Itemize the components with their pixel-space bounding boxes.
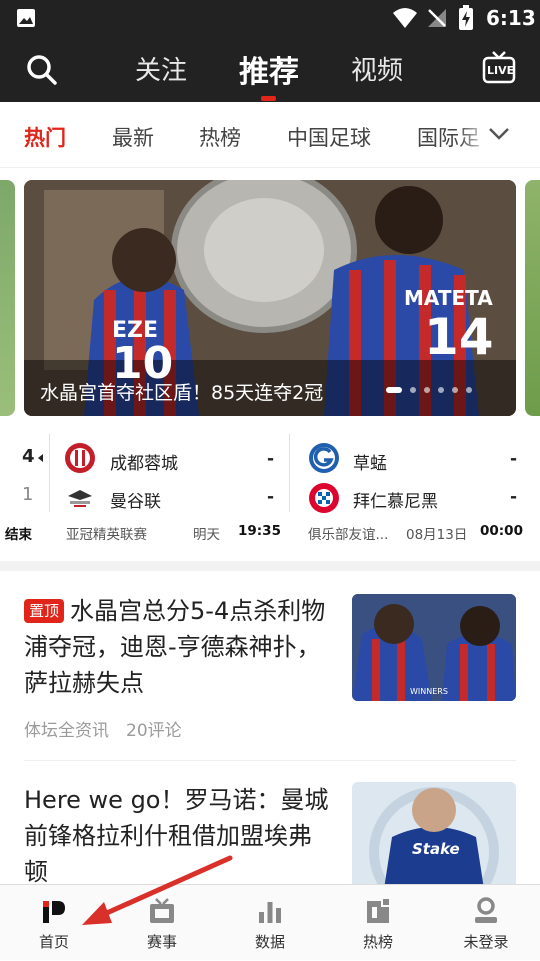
match-time: 19:35 xyxy=(238,523,281,539)
indicator-active xyxy=(386,387,402,393)
match-scores-strip[interactable]: 4 1 结束 成都蓉城 - 曼谷联 - 亚冠精英联赛 明天 19:35 草蜢 -… xyxy=(0,432,540,552)
match-date: 明天 xyxy=(193,527,220,543)
partial-score-bottom: 1 xyxy=(22,484,34,505)
nav-label: 未登录 xyxy=(463,933,509,951)
current-slide[interactable]: EZE 10 MATETA 14 水晶宫首夺社区盾！85天连夺2冠 xyxy=(24,180,516,416)
nav-hot-list[interactable]: 热榜 xyxy=(324,885,432,961)
news-item[interactable]: 置顶 水晶宫总分5-4点杀利物浦夺冠，迪恩-亨德森神扑，萨拉赫失点 体坛全资讯 2… xyxy=(0,571,540,761)
news-thumbnail: WINNERS xyxy=(352,594,516,701)
news-comments: 20评论 xyxy=(126,721,182,741)
live-label: LIVE xyxy=(487,64,515,77)
active-tab-indicator xyxy=(261,96,276,101)
thumbnail-image xyxy=(352,594,516,701)
indicator-dot xyxy=(438,387,444,393)
search-icon[interactable] xyxy=(26,54,58,86)
jersey-right-name: MATETA xyxy=(404,286,493,310)
news-title: Here we go！罗马诺：曼城前锋格拉利什租借加盟埃弗顿 xyxy=(24,786,329,884)
news-item[interactable]: Here we go！罗马诺：曼城前锋格拉利什租借加盟埃弗顿 Stake xyxy=(0,762,540,884)
away-team-score: - xyxy=(267,487,275,507)
nav-matches[interactable]: 赛事 xyxy=(108,885,216,961)
news-thumbnail: Stake xyxy=(352,782,516,884)
banner-carousel[interactable]: EZE 10 MATETA 14 水晶宫首夺社区盾！85天连夺2冠 xyxy=(0,180,540,416)
thumbnail-image xyxy=(352,782,516,884)
top-navigation: 关注 推荐 视频 LIVE xyxy=(0,36,540,102)
partial-match-status: 结束 xyxy=(5,527,32,543)
wifi-icon xyxy=(393,8,417,28)
bayern-munich-logo-icon xyxy=(309,483,339,513)
category-bar: 热门 最新 热榜 中国足球 国际足 xyxy=(0,102,540,168)
match-card[interactable]: 草蜢 - 拜仁慕尼黑 - 俱乐部友谊... 08月13日 00:00 xyxy=(290,432,540,552)
thumbnail-text: WINNERS xyxy=(410,687,448,696)
category-chinese-football[interactable]: 中国足球 xyxy=(287,122,371,152)
nav-label: 首页 xyxy=(38,933,69,951)
news-title: 水晶宫总分5-4点杀利物浦夺冠，迪恩-亨德森神扑，萨拉赫失点 xyxy=(24,597,326,697)
live-button[interactable]: LIVE xyxy=(482,50,516,86)
news-title-block: 置顶 水晶宫总分5-4点杀利物浦夺冠，迪恩-亨德森神扑，萨拉赫失点 xyxy=(24,593,329,701)
indicator-dot xyxy=(452,387,458,393)
nav-label: 赛事 xyxy=(146,933,177,951)
battery-charging-icon xyxy=(459,5,473,30)
signal-off-icon xyxy=(428,9,446,27)
home-team-name: 成都蓉城 xyxy=(110,454,178,474)
tab-follow[interactable]: 关注 xyxy=(135,50,187,87)
bangkok-united-logo-icon xyxy=(68,490,92,507)
home-icon xyxy=(43,901,65,923)
grasshopper-logo-icon xyxy=(309,443,339,473)
tab-video[interactable]: 视频 xyxy=(351,50,403,87)
news-divider xyxy=(24,760,516,761)
user-icon xyxy=(475,897,497,923)
category-hot[interactable]: 热门 xyxy=(24,122,66,152)
nav-home[interactable]: 首页 xyxy=(0,885,108,961)
indicator-dot xyxy=(466,387,472,393)
thumbnail-text: Stake xyxy=(412,840,460,858)
jersey-right-number: 14 xyxy=(424,308,494,366)
bar-chart-icon xyxy=(259,902,281,923)
indicator-dot xyxy=(424,387,430,393)
competition-name: 亚冠精英联赛 xyxy=(66,527,147,543)
category-hot-list[interactable]: 热榜 xyxy=(199,122,241,152)
home-team-score: - xyxy=(510,449,518,469)
carousel-indicators xyxy=(386,387,496,393)
news-source: 体坛全资讯 xyxy=(24,721,109,741)
next-slide-peek[interactable] xyxy=(525,180,540,416)
tv-icon xyxy=(150,898,174,923)
possession-marker xyxy=(38,454,43,462)
previous-slide-peek[interactable] xyxy=(0,180,15,416)
status-bar: 6:13 xyxy=(0,0,540,36)
status-time: 6:13 xyxy=(486,6,536,30)
partial-score-top: 4 xyxy=(22,446,35,467)
away-team-score: - xyxy=(510,487,518,507)
tab-recommend[interactable]: 推荐 xyxy=(239,47,299,91)
match-date: 08月13日 xyxy=(406,527,468,543)
match-time: 00:00 xyxy=(480,523,523,539)
away-team-name: 拜仁慕尼黑 xyxy=(353,492,438,512)
bottom-navigation: 首页 赛事 数据 热榜 未登录 xyxy=(0,884,540,960)
nav-label: 数据 xyxy=(254,933,285,951)
indicator-dot xyxy=(410,387,416,393)
hot-list-icon xyxy=(367,899,389,923)
gallery-notification-icon xyxy=(17,9,35,27)
home-team-name: 草蜢 xyxy=(353,454,387,474)
section-separator xyxy=(0,561,540,571)
pinned-badge: 置顶 xyxy=(24,599,65,623)
chevron-down-icon[interactable] xyxy=(488,126,510,142)
away-team-name: 曼谷联 xyxy=(110,492,161,512)
nav-label: 热榜 xyxy=(362,933,393,951)
match-card[interactable]: 成都蓉城 - 曼谷联 - 亚冠精英联赛 明天 19:35 xyxy=(50,432,288,552)
category-latest[interactable]: 最新 xyxy=(112,122,154,152)
nav-data[interactable]: 数据 xyxy=(216,885,324,961)
chengdu-rongcheng-logo-icon xyxy=(65,443,95,473)
nav-profile[interactable]: 未登录 xyxy=(432,885,540,961)
competition-name: 俱乐部友谊... xyxy=(308,527,389,543)
banner-caption: 水晶宫首夺社区盾！85天连夺2冠 xyxy=(40,382,324,404)
home-team-score: - xyxy=(267,449,275,469)
